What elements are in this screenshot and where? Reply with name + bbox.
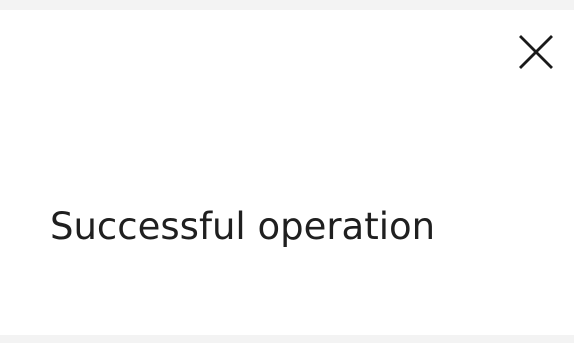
- close-icon: [516, 32, 556, 72]
- message-dialog: Successful operation: [0, 0, 574, 343]
- close-button[interactable]: [508, 24, 564, 80]
- status-message: Successful operation: [50, 205, 436, 248]
- dialog-top-border: [0, 0, 574, 10]
- dialog-bottom-border: [0, 335, 574, 343]
